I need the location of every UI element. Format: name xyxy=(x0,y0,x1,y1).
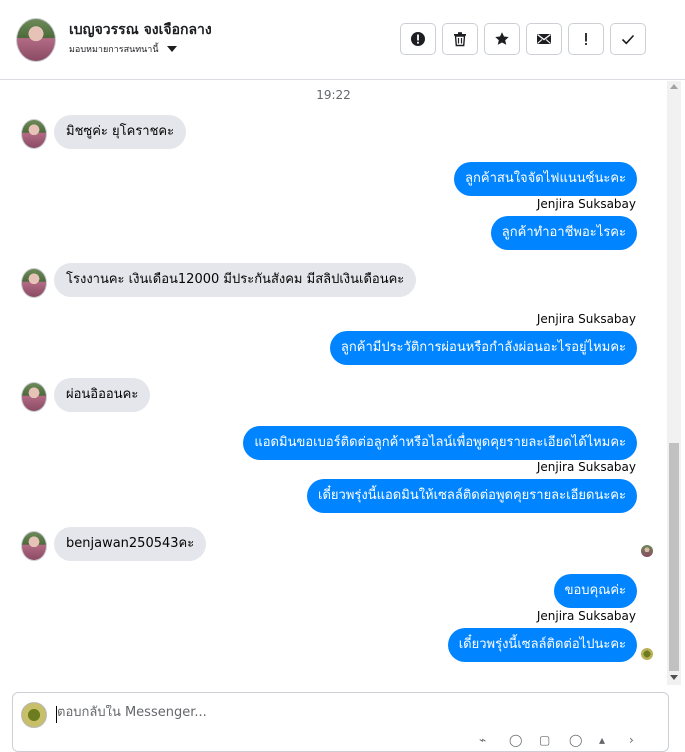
delete-button[interactable] xyxy=(442,23,478,55)
gif-icon[interactable]: ◯ xyxy=(569,733,583,747)
message-incoming: มิชซูค่ะ ยุโคราชคะ xyxy=(54,115,187,149)
send-icon[interactable]: › xyxy=(629,733,643,747)
contact-name[interactable]: เบญจวรรณ จงเจือกลาง xyxy=(69,19,212,41)
seen-avatar xyxy=(641,545,653,557)
message-bubble: โรงงานคะ เงินเดือน12000 มีประกันสังคม มี… xyxy=(54,263,417,297)
star-icon xyxy=(495,32,509,45)
message-outgoing: เดี๋ยวพรุ่งนี้เซลล์ติดต่อไปนะคะ xyxy=(447,628,637,662)
reply-composer: ⌁ ◯ ▢ ◯ ▴ › xyxy=(12,692,669,752)
message-outgoing: ลูกค้ามีประวัติการผ่อนหรือกำลังผ่อนอะไรอ… xyxy=(329,331,637,365)
reply-input[interactable] xyxy=(57,705,457,720)
scroll-up-arrow-icon[interactable] xyxy=(670,84,678,89)
alert-circle-icon xyxy=(411,32,425,46)
contact-avatar-small xyxy=(21,531,47,561)
message-bubble: ผ่อนอิออนคะ xyxy=(54,378,151,412)
page-avatar xyxy=(21,702,47,728)
sender-name: Jenjira Suksabay xyxy=(536,312,636,326)
assign-conversation-dropdown[interactable]: มอบหมายการสนทนานี้ xyxy=(69,42,177,56)
message-thread[interactable]: 19:22 มิชซูค่ะ ยุโคราชคะ ลูกค้าสนใจจัดไฟ… xyxy=(0,81,667,685)
page-seen-icon xyxy=(641,648,653,660)
scroll-thumb[interactable] xyxy=(669,443,679,671)
scroll-down-arrow-icon[interactable] xyxy=(670,675,678,680)
thread-scrollbar[interactable] xyxy=(667,81,681,685)
contact-avatar-small xyxy=(21,268,47,298)
assign-label: มอบหมายการสนทนานี้ xyxy=(69,45,159,55)
message-bubble: benjawan250543คะ xyxy=(54,527,207,561)
message-outgoing: เดี๋ยวพรุ่งนี้แอดมินให้เซลล์ติดต่อพูดคุย… xyxy=(307,479,637,513)
sender-name: Jenjira Suksabay xyxy=(536,197,636,211)
conversation-toolbar xyxy=(400,23,646,55)
image-icon[interactable]: ▢ xyxy=(539,733,553,747)
tag-icon[interactable]: ⌁ xyxy=(479,733,493,747)
message-bubble: มิชซูค่ะ ยุโคราชคะ xyxy=(54,115,187,149)
conversation-header: เบญจวรรณ จงเจือกลาง มอบหมายการสนทนานี้ xyxy=(0,0,685,80)
sender-name: Jenjira Suksabay xyxy=(536,609,636,623)
checkmark-icon xyxy=(621,34,635,45)
timestamp: 19:22 xyxy=(316,88,351,102)
mark-spam-button[interactable] xyxy=(400,23,436,55)
message-outgoing: ลูกค้าสนใจจัดไฟแนนซ์นะคะ xyxy=(454,162,637,196)
message-outgoing: ขอบคุณค่ะ xyxy=(553,574,637,608)
star-button[interactable] xyxy=(484,23,520,55)
sender-name: Jenjira Suksabay xyxy=(536,460,636,474)
contact-avatar-small xyxy=(21,119,47,149)
follow-up-button[interactable] xyxy=(568,23,604,55)
mark-done-button[interactable] xyxy=(610,23,646,55)
contact-avatar-small xyxy=(21,382,47,412)
contact-avatar[interactable] xyxy=(16,18,56,62)
like-icon[interactable]: ▴ xyxy=(599,733,613,747)
exclamation-icon xyxy=(585,33,587,45)
composer-tools: ⌁ ◯ ▢ ◯ ▴ › xyxy=(479,733,643,747)
envelope-icon xyxy=(537,33,551,44)
emoji-icon[interactable]: ◯ xyxy=(509,733,523,747)
message-outgoing: แอดมินขอเบอร์ติดต่อลูกค้าหรือไลน์เพื่อพู… xyxy=(243,426,637,460)
message-incoming: โรงงานคะ เงินเดือน12000 มีประกันสังคม มี… xyxy=(54,263,417,297)
mark-unread-button[interactable] xyxy=(526,23,562,55)
trash-icon xyxy=(454,32,466,47)
message-incoming: benjawan250543คะ xyxy=(54,527,207,561)
caret-down-icon xyxy=(166,46,177,52)
message-outgoing: ลูกค้าทำอาชีพอะไรคะ xyxy=(490,216,637,250)
message-incoming: ผ่อนอิออนคะ xyxy=(54,378,151,412)
